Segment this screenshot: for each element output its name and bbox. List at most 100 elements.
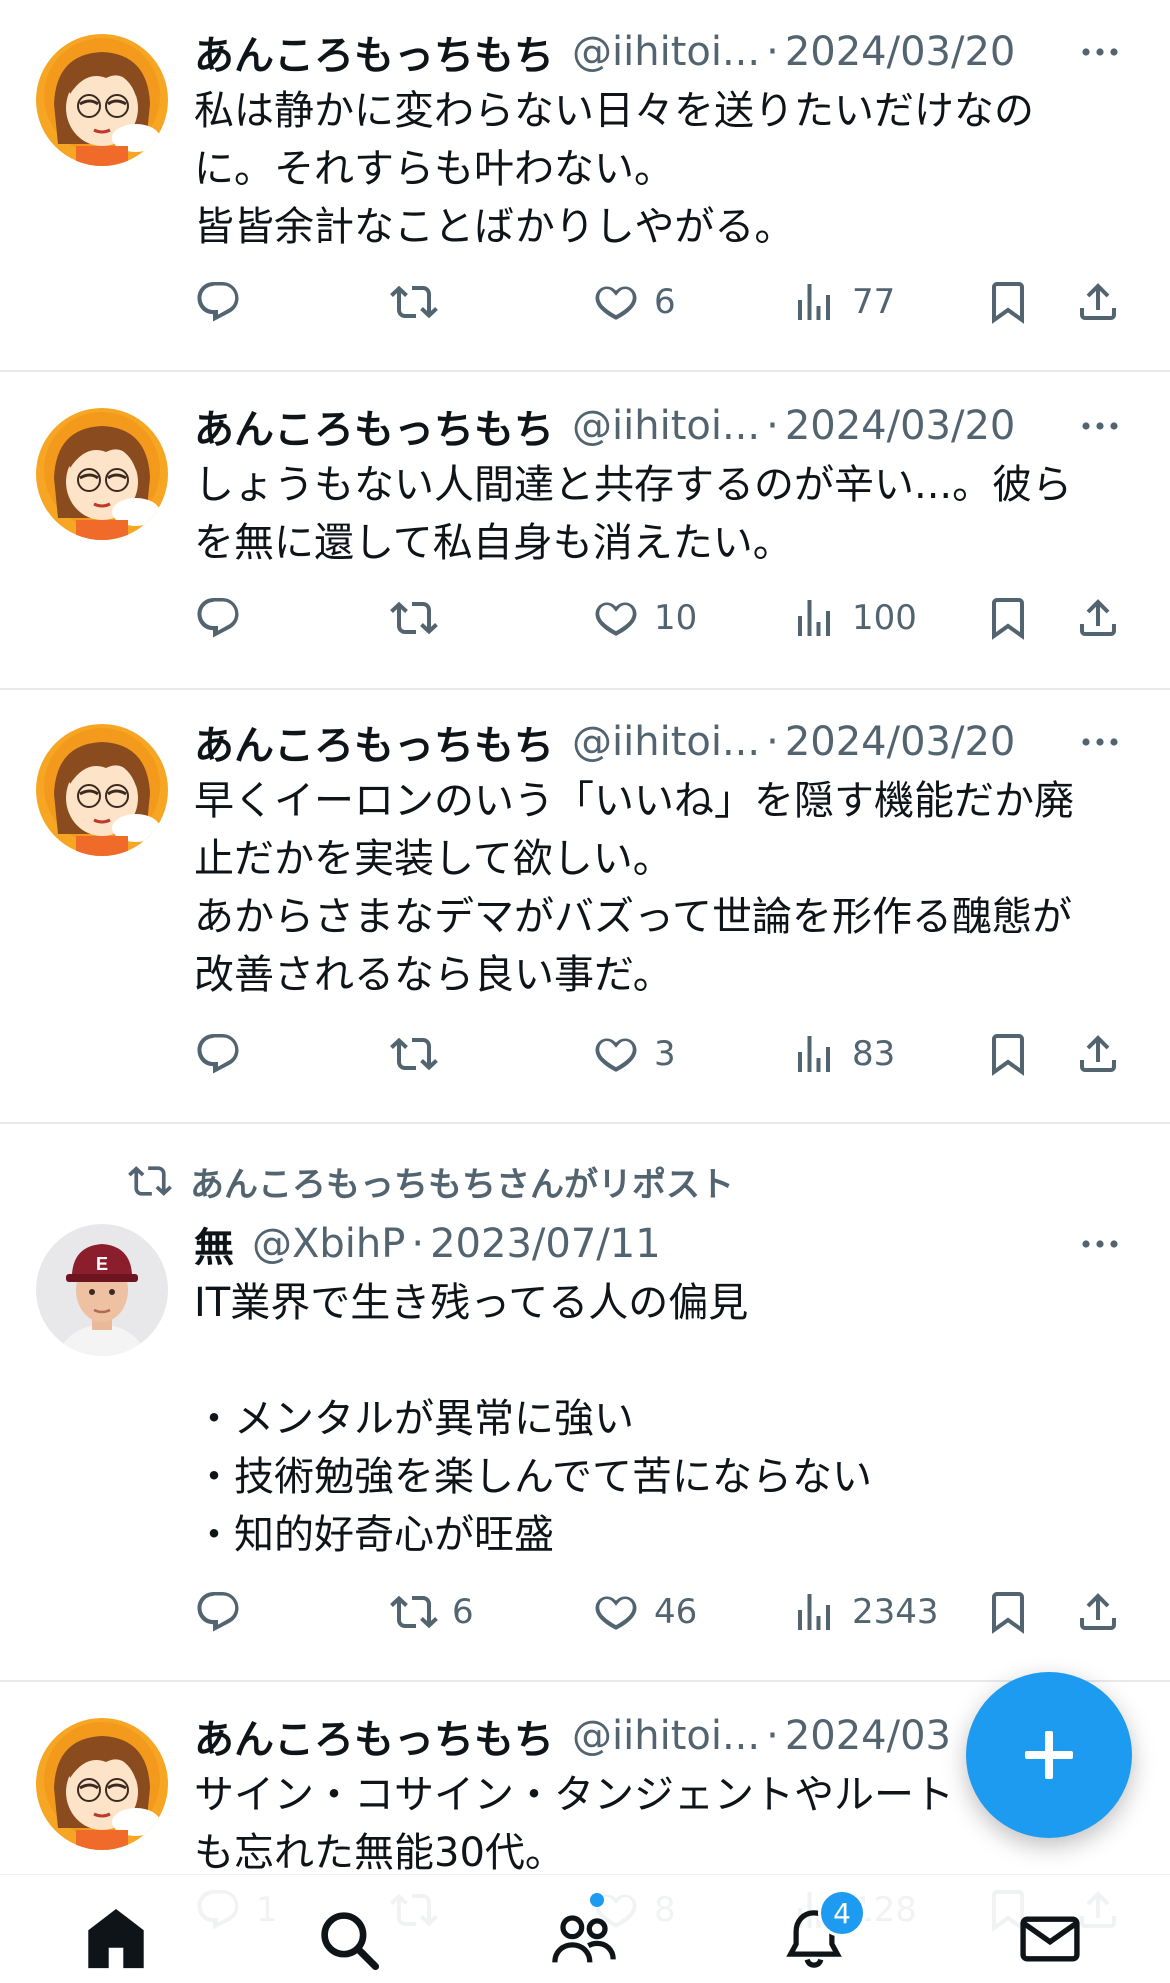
separator: · — [766, 1713, 779, 1759]
tab-search[interactable] — [308, 1899, 388, 1979]
tweet-text: 早くイーロンのいう「いいね」を隠す機能だか廃 止だかを実装して欲しい。 あからさ… — [194, 778, 1074, 998]
like-button[interactable]: 46 — [592, 1582, 697, 1642]
bookmark-button[interactable] — [984, 588, 1032, 648]
tweet[interactable]: あんころもっちもち @iihitoi... · 2024/03/20 しょうもな… — [0, 372, 1170, 690]
repost-icon — [390, 1030, 438, 1078]
more-options-icon[interactable] — [1070, 398, 1130, 454]
like-button[interactable]: 10 — [592, 588, 697, 648]
reply-button[interactable] — [194, 1582, 256, 1642]
repost-button[interactable]: 6 — [390, 1582, 474, 1642]
tweet[interactable]: あんころもっちもちさんがリポスト 無 @XbihP · 2023/07/11 I… — [0, 1124, 1170, 1682]
heart-icon — [592, 1030, 640, 1078]
like-count: 6 — [654, 282, 676, 322]
tab-notifications[interactable]: 4 — [774, 1889, 866, 1979]
tweet-text: IT業界で生き残ってる人の偏見 ・メンタルが異常に強い ・技術勉強を楽しんでて苦… — [194, 1280, 872, 1558]
views-count: 2343 — [852, 1592, 939, 1632]
avatar[interactable] — [36, 1224, 168, 1356]
tab-home[interactable] — [76, 1899, 156, 1979]
tweet-actions: 6 46 2343 — [194, 1582, 1134, 1642]
reply-icon — [194, 278, 242, 326]
separator: · — [411, 1221, 425, 1267]
heart-icon — [592, 278, 640, 326]
views-count: 83 — [852, 1034, 896, 1074]
more-options-icon[interactable] — [1070, 1216, 1130, 1272]
author-name[interactable]: あんころもっちもち — [194, 23, 554, 81]
author-name[interactable]: 無 — [194, 1215, 234, 1273]
views-count: 100 — [852, 598, 917, 638]
separator: · — [766, 29, 779, 75]
like-button[interactable]: 6 — [592, 272, 676, 332]
tweet-date[interactable]: 2024/03/20 — [785, 719, 1016, 765]
like-count: 46 — [654, 1592, 698, 1632]
author-name[interactable]: あんころもっちもち — [194, 713, 554, 771]
compose-button[interactable] — [966, 1672, 1132, 1838]
reply-icon — [194, 1588, 242, 1636]
avatar[interactable] — [36, 34, 168, 166]
reply-button[interactable] — [194, 1024, 256, 1084]
repost-indicator[interactable]: あんころもっちもちさんがリポスト — [128, 1156, 734, 1206]
more-options-icon[interactable] — [1070, 714, 1130, 770]
share-button[interactable] — [1074, 1024, 1122, 1084]
bookmark-button[interactable] — [984, 1582, 1032, 1642]
reply-icon — [194, 1030, 242, 1078]
reply-button[interactable] — [194, 588, 256, 648]
repost-count: 6 — [452, 1592, 474, 1632]
heart-icon — [592, 1588, 640, 1636]
separator: · — [766, 403, 779, 449]
avatar[interactable] — [36, 724, 168, 856]
author-handle[interactable]: @XbihP — [252, 1221, 405, 1267]
home-icon — [88, 1908, 144, 1969]
bookmark-button[interactable] — [984, 272, 1032, 332]
share-button[interactable] — [1074, 272, 1122, 332]
plus-icon — [1025, 1731, 1073, 1779]
views-button[interactable]: 100 — [790, 588, 917, 648]
views-button[interactable]: 83 — [790, 1024, 895, 1084]
like-count: 10 — [654, 598, 698, 638]
tweet-date[interactable]: 2024/03/20 — [785, 29, 1016, 75]
heart-icon — [592, 594, 640, 642]
tweet[interactable]: あんころもっちもち @iihitoi... · 2024/03/20 早くイーロ… — [0, 690, 1170, 1124]
views-icon — [790, 594, 838, 642]
views-icon — [790, 1030, 838, 1078]
avatar[interactable] — [36, 408, 168, 540]
repost-button[interactable] — [390, 1024, 452, 1084]
tweet-actions: 6 77 — [194, 272, 1134, 332]
more-options-icon[interactable] — [1070, 24, 1130, 80]
repost-icon — [390, 594, 438, 642]
bookmark-icon — [984, 594, 1032, 642]
repost-button[interactable] — [390, 272, 452, 332]
bookmark-icon — [984, 1588, 1032, 1636]
tab-communities[interactable] — [544, 1893, 624, 1979]
share-icon — [1074, 594, 1122, 642]
author-handle[interactable]: @iihitoi... — [572, 1713, 760, 1759]
author-handle[interactable]: @iihitoi... — [572, 403, 760, 449]
avatar[interactable] — [36, 1718, 168, 1850]
reply-button[interactable] — [194, 272, 256, 332]
views-count: 77 — [852, 282, 896, 322]
author-name[interactable]: あんころもっちもち — [194, 1707, 554, 1765]
repost-icon — [390, 1588, 438, 1636]
views-button[interactable]: 77 — [790, 272, 895, 332]
author-name[interactable]: あんころもっちもち — [194, 397, 554, 455]
views-button[interactable]: 2343 — [790, 1582, 939, 1642]
tweet-text: 私は静かに変わらない日々を送りたいだけなの に。それすらも叶わない。 皆皆余計な… — [194, 88, 1034, 250]
bookmark-icon — [984, 1030, 1032, 1078]
share-icon — [1074, 278, 1122, 326]
author-handle[interactable]: @iihitoi... — [572, 719, 760, 765]
tweet-date[interactable]: 2024/03/20 — [785, 403, 1016, 449]
tweet-date[interactable]: 2024/03 — [785, 1713, 951, 1759]
share-button[interactable] — [1074, 1582, 1122, 1642]
tab-messages[interactable] — [1010, 1899, 1090, 1979]
mail-icon — [1020, 1916, 1080, 1962]
tweet-date[interactable]: 2023/07/11 — [430, 1221, 661, 1267]
views-icon — [790, 278, 838, 326]
bookmark-button[interactable] — [984, 1024, 1032, 1084]
like-button[interactable]: 3 — [592, 1024, 676, 1084]
communities-icon — [552, 1915, 616, 1963]
author-handle[interactable]: @iihitoi... — [572, 29, 760, 75]
views-icon — [790, 1588, 838, 1636]
tweet-actions: 10 100 — [194, 588, 1134, 648]
tweet[interactable]: あんころもっちもち @iihitoi... · 2024/03/20 私は静かに… — [0, 0, 1170, 372]
repost-button[interactable] — [390, 588, 452, 648]
share-button[interactable] — [1074, 588, 1122, 648]
